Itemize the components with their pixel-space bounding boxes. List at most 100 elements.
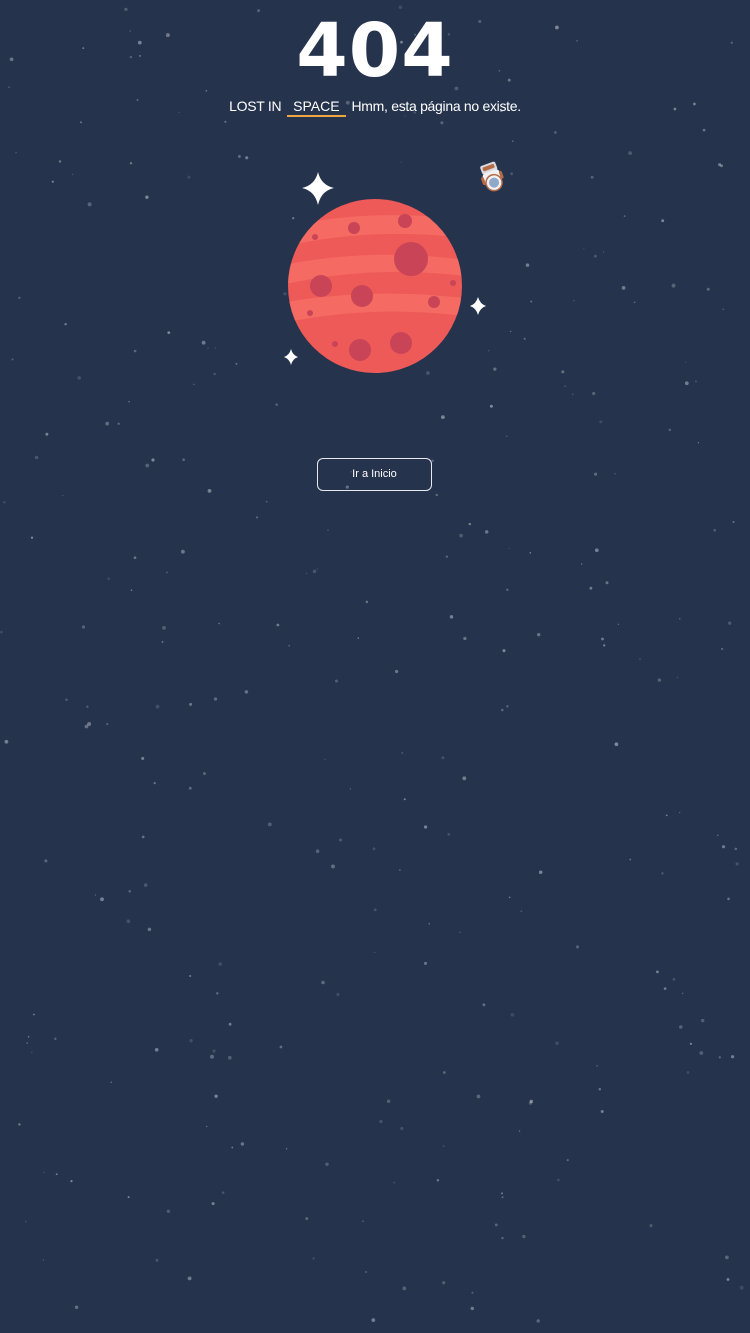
star-dot (62, 494, 64, 497)
star-dot (536, 1319, 540, 1323)
go-home-button[interactable]: Ir a Inicio (317, 458, 432, 491)
space-illustration (284, 161, 504, 373)
star-dot (189, 702, 193, 706)
star-dot (598, 1088, 602, 1091)
star-dot (468, 522, 471, 526)
star-dot (65, 698, 68, 702)
star-dot (441, 756, 445, 760)
star-dot (522, 1234, 526, 1239)
star-dot (594, 472, 598, 476)
star-dot (128, 890, 131, 893)
star-dot (128, 400, 130, 403)
star-dot (240, 1142, 245, 1146)
star-dot (500, 1192, 504, 1195)
star-dot (529, 1099, 534, 1104)
star-dot (218, 962, 223, 966)
star-dot (372, 847, 376, 851)
star-dot (727, 897, 730, 901)
star-dot (739, 1285, 744, 1290)
star-dot (529, 551, 532, 554)
star-dot (459, 533, 463, 538)
star-dot (45, 432, 49, 436)
star-dot (327, 529, 329, 531)
star-dot (596, 1064, 599, 1067)
star-dot (555, 1041, 559, 1045)
star-dot (210, 1054, 214, 1059)
star-dot (701, 1018, 705, 1023)
star-dot (734, 847, 738, 851)
planet-illustration (288, 199, 462, 373)
star-dot (18, 1123, 21, 1126)
star-dot (436, 1179, 440, 1182)
star-dot (188, 786, 192, 790)
star-dot (117, 422, 120, 425)
star-dot (676, 676, 679, 679)
star-dot (399, 869, 401, 871)
star-dot (24, 1220, 27, 1223)
star-dot (721, 845, 726, 849)
star-dot (442, 1071, 446, 1074)
star-dot (400, 1126, 404, 1131)
star-dot (212, 1049, 216, 1053)
star-dot (463, 636, 467, 641)
star-dot (600, 1110, 604, 1113)
star-dot (331, 864, 335, 869)
star-dot (306, 572, 308, 575)
star-dot (151, 458, 155, 462)
star-dot (180, 549, 185, 554)
star-dot (153, 781, 156, 785)
star-dot (182, 458, 185, 461)
star-dot (442, 1281, 446, 1285)
star-dot (440, 415, 445, 420)
star-dot (130, 589, 133, 592)
star-dot (275, 403, 278, 406)
star-dot (699, 1051, 704, 1055)
star-dot (501, 1196, 504, 1199)
space-label: SPACE (287, 97, 346, 117)
star-dot (484, 530, 489, 534)
star-dot (599, 420, 603, 424)
star-dot (663, 987, 667, 990)
star-dot (162, 626, 166, 630)
star-dot (349, 788, 352, 790)
star-dot (107, 577, 110, 580)
star-dot (4, 739, 9, 744)
star-dot (315, 849, 320, 853)
star-dot (732, 520, 735, 524)
star-dot (403, 798, 406, 801)
star-dot (649, 1224, 653, 1228)
star-dot (629, 858, 632, 861)
star-dot (735, 862, 739, 866)
star-dot (338, 838, 343, 842)
star-dot (510, 1012, 515, 1017)
star-dot (100, 897, 104, 902)
star-dot (214, 1094, 218, 1098)
star-dot (213, 697, 218, 701)
star-dot (27, 1035, 30, 1038)
star-dot (147, 927, 152, 932)
star-dot (435, 493, 439, 497)
star-dot (155, 1258, 159, 1262)
star-dot (445, 555, 449, 558)
star-dot (505, 435, 508, 438)
star-dot (672, 977, 676, 981)
error-subtitle: LOST IN SPACE Hmm, esta página no existe… (0, 96, 750, 117)
star-dot (279, 1045, 283, 1049)
star-dot (730, 1055, 735, 1059)
star-dot (267, 822, 272, 827)
star-dot (494, 1223, 498, 1227)
star-dot (679, 811, 681, 814)
star-dot (581, 563, 583, 565)
star-dot (55, 1173, 58, 1176)
star-dot (166, 1209, 171, 1214)
star-dot (203, 772, 206, 776)
star-dot (211, 1202, 215, 1206)
star-dot (256, 516, 259, 519)
star-dot (656, 970, 659, 974)
star-dot (3, 501, 6, 504)
star-dot (449, 615, 454, 619)
star-dot (133, 556, 137, 560)
star-dot (379, 1119, 383, 1124)
star-dot (470, 1306, 474, 1311)
star-dot (471, 1291, 474, 1294)
